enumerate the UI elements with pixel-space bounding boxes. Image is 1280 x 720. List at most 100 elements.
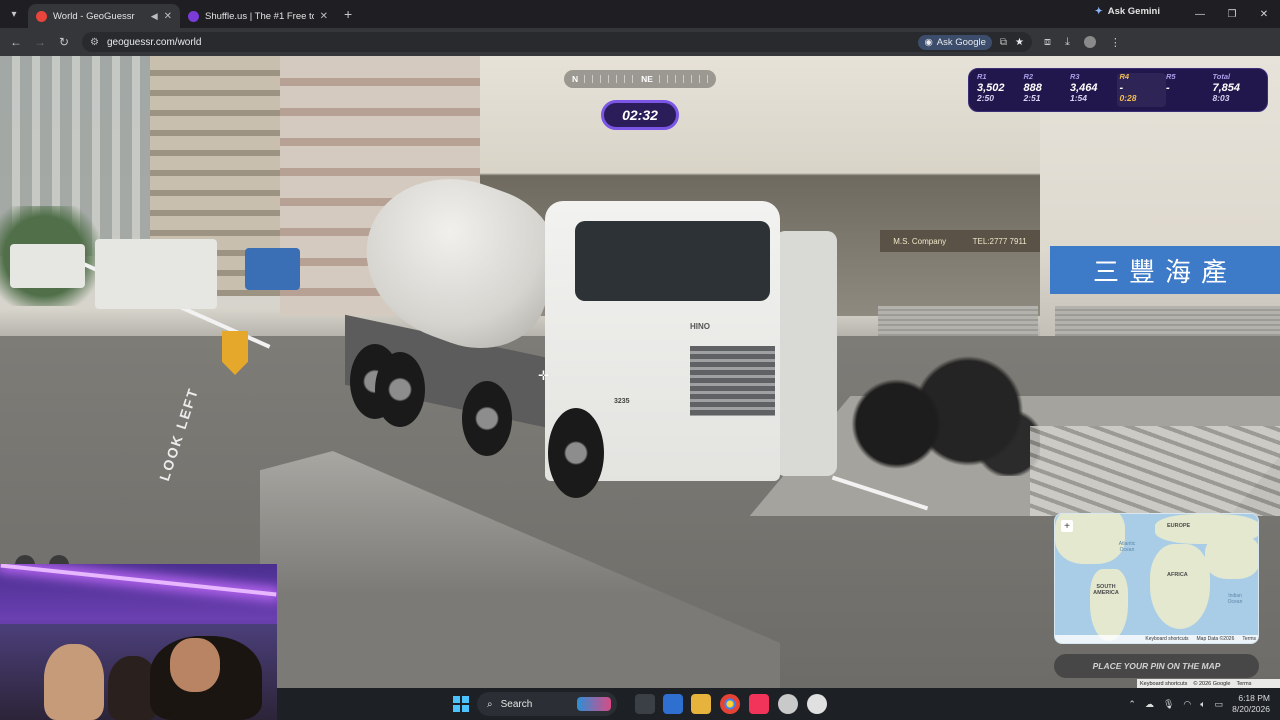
menu-kebab-icon[interactable]: ⋮ [1110, 36, 1121, 49]
map-label-atlantic: Atlantic Ocean [1118, 541, 1136, 553]
truck-wheel [462, 381, 512, 456]
map-data-credit: Map Data ©2026 [1196, 636, 1235, 642]
truck-wheel [548, 408, 604, 498]
ask-google-label: Ask Google [936, 36, 986, 48]
reload-icon[interactable]: ↻ [52, 30, 76, 54]
compass-northeast: NE [641, 74, 653, 84]
guess-minimap[interactable]: EUROPE AFRICA SOUTH AMERICA Atlantic Oce… [1054, 513, 1259, 644]
round-points: - [1119, 81, 1124, 94]
tab-title: World - GeoGuessr [53, 10, 135, 22]
taskbar-clock[interactable]: 6:18 PM 8/20/2026 [1232, 693, 1270, 714]
extensions-icon[interactable]: ⧈ [1044, 36, 1051, 49]
address-bar[interactable]: ⚙ geoguessr.com/world ◉ Ask Google ⧉ ★ [82, 32, 1032, 52]
map-land [1205, 534, 1258, 579]
company-phone: TEL:2777 7911 [972, 236, 1027, 246]
round-r2: R2 888 2:51 [1024, 73, 1071, 107]
round-r4: R4 - 0:28 [1116, 73, 1166, 107]
clock-date: 8/20/2026 [1232, 704, 1270, 714]
mute-icon[interactable]: ◀︎ [151, 11, 158, 22]
wifi-icon[interactable]: ◠ [1183, 699, 1191, 710]
map-label-indian: Indian Ocean [1227, 593, 1243, 605]
file-explorer-icon[interactable] [691, 694, 711, 714]
second-truck [775, 231, 837, 476]
round-time: 1:54 [1070, 92, 1088, 103]
map-label-africa: AFRICA [1167, 572, 1188, 578]
round-timer: 02:32 [601, 100, 679, 130]
taskbar-search[interactable]: ⌕ Search [477, 692, 617, 716]
battery-icon[interactable]: ▭ [1215, 699, 1224, 710]
ask-google-button[interactable]: ◉ Ask Google [918, 34, 992, 50]
round-time: 2:51 [1023, 92, 1041, 103]
round-points: - [1166, 81, 1170, 94]
close-window-icon[interactable]: ✕ [1248, 0, 1280, 28]
clock-time: 6:18 PM [1238, 693, 1270, 704]
close-tab-icon[interactable]: ✕ [320, 11, 328, 22]
round-points: 3,464 [1070, 81, 1098, 94]
toolbar-actions: ⧈ ⤓ ⋮ [1044, 36, 1121, 49]
round-r1: R1 3,502 2:50 [977, 73, 1024, 107]
minimize-icon[interactable]: — [1184, 0, 1216, 28]
tray-overflow-icon[interactable]: ⌃ [1128, 699, 1136, 710]
webcam-overlay [0, 564, 277, 720]
map-terms-link[interactable]: Terms [1242, 636, 1256, 642]
person [44, 644, 104, 720]
geoguessr-favicon-icon [36, 10, 47, 22]
round-r3: R3 3,464 1:54 [1070, 73, 1117, 107]
volume-icon[interactable]: 🔈︎ [1200, 699, 1205, 710]
restore-icon[interactable]: ❐ [1216, 0, 1248, 28]
downloads-icon[interactable]: ⤓ [1065, 36, 1070, 49]
round-label: R5 [1166, 72, 1176, 81]
task-view-icon[interactable] [635, 694, 655, 714]
forward-icon[interactable]: → [28, 30, 52, 54]
distant-truck [245, 248, 300, 290]
new-tab-button[interactable]: + [344, 6, 352, 22]
compass-ticks [584, 75, 636, 83]
zoom-in-button[interactable]: + [1061, 520, 1073, 532]
map-keyboard-shortcuts[interactable]: Keyboard shortcuts [1145, 636, 1188, 642]
chrome-icon[interactable] [720, 694, 740, 714]
install-app-icon[interactable]: ⧉ [1000, 37, 1007, 48]
music-app-icon[interactable] [749, 694, 769, 714]
windows-start-icon[interactable] [453, 696, 469, 712]
google-footer: Keyboard shortcuts © 2026 Google Terms [1137, 679, 1280, 688]
close-tab-icon[interactable]: ✕ [164, 11, 172, 22]
map-land [1150, 544, 1210, 629]
google-terms-link[interactable]: Terms [1236, 681, 1251, 687]
shop-sign-company: M.S. Company TEL:2777 7911 [880, 230, 1040, 252]
map-label-south-america: SOUTH AMERICA [1093, 584, 1119, 596]
window-controls: — ❐ ✕ [1184, 0, 1280, 28]
url-text[interactable]: geoguessr.com/world [107, 37, 911, 48]
round-total: Total 7,854 8:03 [1213, 73, 1260, 107]
back-icon[interactable]: ← [4, 30, 28, 54]
round-points: 7,854 [1212, 81, 1241, 94]
lens-icon: ◉ [924, 36, 933, 48]
truck-grill [690, 346, 775, 416]
company-name: M.S. Company [893, 236, 947, 246]
round-points: 3,502 [977, 81, 1005, 94]
google-copyright: © 2026 Google [1193, 680, 1231, 687]
map-land [1090, 569, 1128, 641]
google-keyboard-shortcuts[interactable]: Keyboard shortcuts [1140, 681, 1187, 687]
round-r5: R5 - [1166, 73, 1213, 107]
chatgpt-icon[interactable] [778, 694, 798, 714]
compass[interactable]: N NE [564, 70, 716, 88]
distant-truck [10, 244, 85, 288]
app-icon[interactable] [807, 694, 827, 714]
site-info-icon[interactable]: ⚙ [90, 37, 99, 48]
cloud-icon[interactable]: ☁ [1145, 699, 1154, 710]
round-label: R2 [1023, 72, 1034, 81]
store-icon[interactable] [663, 694, 683, 714]
profile-avatar[interactable] [1083, 36, 1096, 48]
shuffle-favicon-icon [188, 10, 199, 22]
round-time: 0:28 [1119, 92, 1137, 103]
round-label: R1 [977, 72, 987, 81]
place-pin-button[interactable]: PLACE YOUR PIN ON THE MAP [1054, 654, 1259, 678]
tab-search-icon[interactable]: ▾ [0, 0, 28, 28]
microphone-icon[interactable]: 🎙︎ [1163, 699, 1174, 710]
tab-geoguessr[interactable]: World - GeoGuessr ◀︎ ✕ [28, 4, 180, 28]
tab-shuffle[interactable]: Shuffle.us | The #1 Free to Play ✕ [180, 4, 336, 28]
round-points: 888 [1023, 81, 1042, 94]
bookmark-star-icon[interactable]: ★ [1015, 37, 1024, 48]
ask-gemini-button[interactable]: ✦ Ask Gemini [1095, 6, 1160, 17]
gemini-sparkle-icon: ✦ [1094, 6, 1103, 17]
